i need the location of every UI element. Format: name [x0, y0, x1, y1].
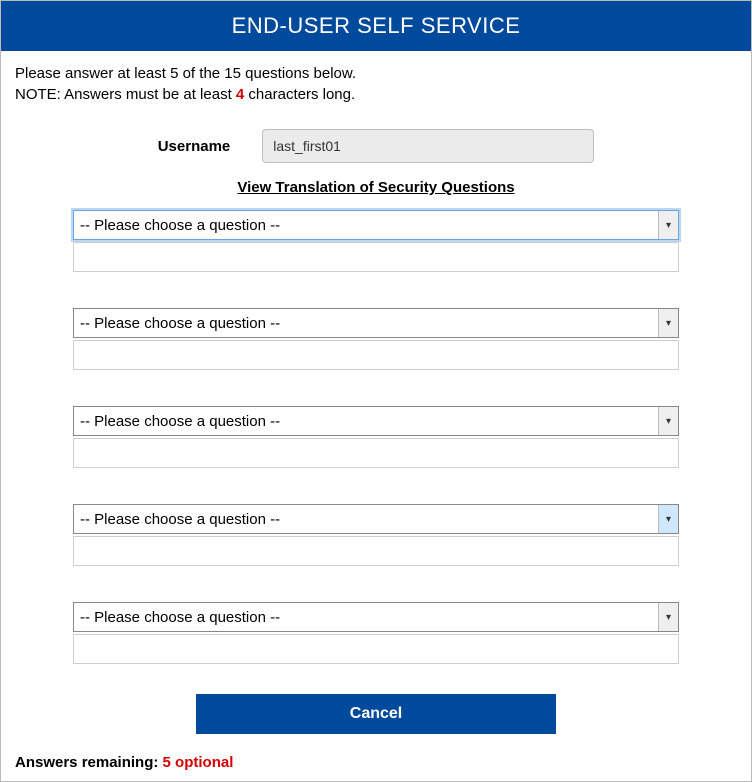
page-title: END-USER SELF SERVICE	[1, 1, 751, 51]
instructions: Please answer at least 5 of the 15 quest…	[15, 63, 737, 105]
question-select-wrap: -- Please choose a question --▾	[73, 504, 679, 534]
question-block: -- Please choose a question --▾	[73, 406, 679, 468]
question-block: -- Please choose a question --▾	[73, 504, 679, 566]
question-block: -- Please choose a question --▾	[73, 308, 679, 370]
cancel-button[interactable]: Cancel	[196, 694, 556, 734]
question-block: -- Please choose a question --▾	[73, 210, 679, 272]
self-service-window: END-USER SELF SERVICE Please answer at l…	[0, 0, 752, 782]
min-chars: 4	[236, 86, 244, 103]
question-select[interactable]: -- Please choose a question --	[73, 602, 679, 632]
question-select-wrap: -- Please choose a question --▾	[73, 308, 679, 338]
view-translation-link[interactable]: View Translation of Security Questions	[15, 179, 737, 196]
answer-input[interactable]	[73, 536, 679, 566]
answer-input[interactable]	[73, 242, 679, 272]
answer-input[interactable]	[73, 438, 679, 468]
form-body: Please answer at least 5 of the 15 quest…	[1, 51, 751, 781]
instructions-line2-pre: NOTE: Answers must be at least	[15, 86, 236, 103]
username-label: Username	[158, 138, 231, 155]
answers-remaining-label: Answers remaining:	[15, 754, 163, 771]
instructions-line1: Please answer at least 5 of the 15 quest…	[15, 65, 356, 82]
question-select[interactable]: -- Please choose a question --	[73, 210, 679, 240]
answer-input[interactable]	[73, 340, 679, 370]
answer-input[interactable]	[73, 634, 679, 664]
question-select-wrap: -- Please choose a question --▾	[73, 210, 679, 240]
username-field	[262, 129, 594, 163]
question-select[interactable]: -- Please choose a question --	[73, 504, 679, 534]
question-block: -- Please choose a question --▾	[73, 602, 679, 664]
answers-remaining: Answers remaining: 5 optional	[15, 750, 737, 773]
question-select-wrap: -- Please choose a question --▾	[73, 602, 679, 632]
answers-remaining-count: 5 optional	[163, 754, 234, 771]
username-row: Username	[15, 129, 737, 163]
question-select[interactable]: -- Please choose a question --	[73, 406, 679, 436]
question-list: -- Please choose a question --▾-- Please…	[15, 210, 737, 664]
question-select[interactable]: -- Please choose a question --	[73, 308, 679, 338]
question-select-wrap: -- Please choose a question --▾	[73, 406, 679, 436]
instructions-line2-post: characters long.	[244, 86, 355, 103]
